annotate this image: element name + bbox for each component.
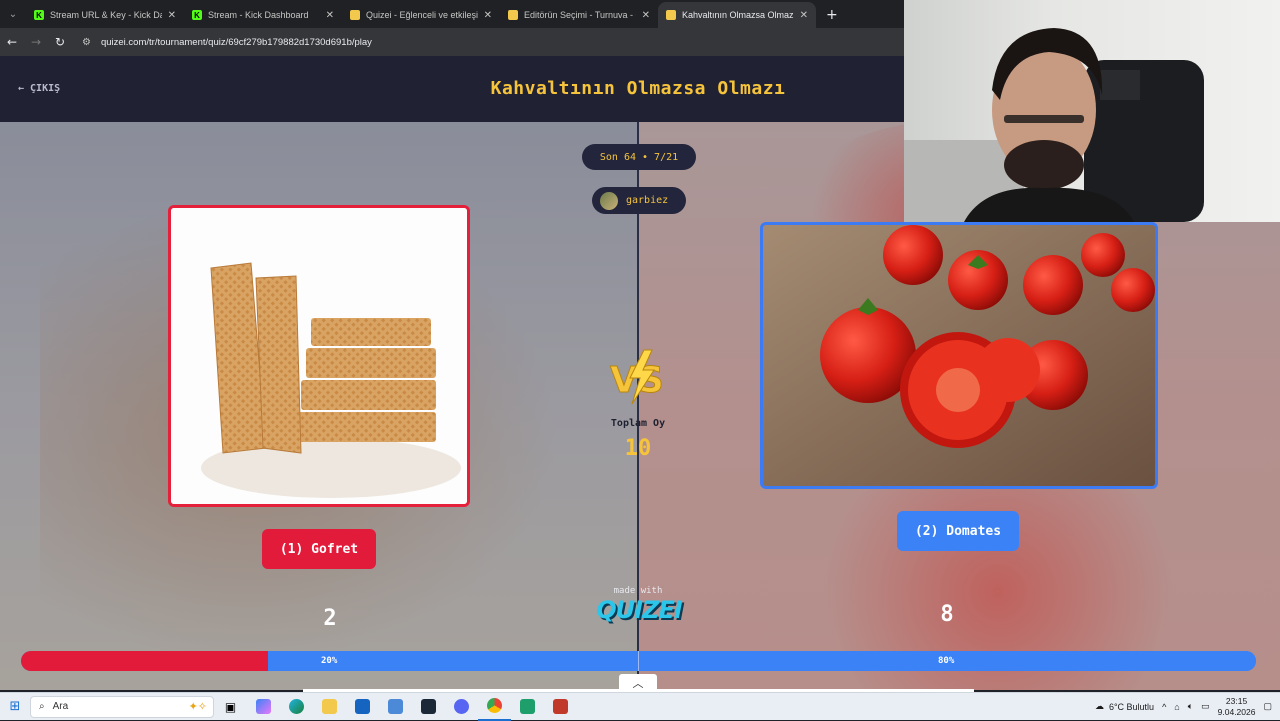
close-icon[interactable]: ✕	[168, 10, 176, 21]
close-icon[interactable]: ✕	[642, 10, 650, 21]
tab-title: Editörün Seçimi - Turnuva - Qui	[524, 10, 636, 20]
site-settings-icon[interactable]: ⚙	[82, 37, 91, 48]
close-icon[interactable]: ✕	[800, 10, 808, 21]
system-tray: ☁ 6°C Bulutlu ^ ⌂ 🔈︎ ▭ 23:15 9.04.2026 ▢	[1095, 696, 1280, 718]
tab-title: Stream - Kick Dashboard	[208, 10, 309, 20]
address-bar: ← → ↻ ⚙ quizei.com/tr/tournament/quiz/69…	[0, 28, 904, 56]
option-right-card[interactable]	[760, 222, 1158, 489]
wafer-image	[171, 208, 467, 504]
quizei-icon	[666, 10, 676, 20]
webcam-overlay	[904, 0, 1280, 222]
copilot-icon[interactable]	[247, 693, 280, 721]
total-votes-label: Toplam Oy	[610, 418, 666, 429]
store-icon[interactable]	[379, 693, 412, 721]
browser-tab-3[interactable]: Quizei - Eğlenceli ve etkileşimli ✕	[342, 2, 500, 28]
option-left-button[interactable]: (1) Gofret	[262, 529, 376, 569]
vs-icon: VS	[610, 349, 664, 405]
right-vote-count: 8	[940, 602, 954, 627]
clock[interactable]: 23:15 9.04.2026	[1218, 696, 1256, 718]
total-votes-value: 10	[624, 436, 652, 461]
app-icon[interactable]	[544, 693, 577, 721]
kick-icon: K	[192, 10, 202, 20]
right-percentage-fill	[268, 651, 1256, 671]
vote-percentage-bar: 20% 80%	[21, 651, 1256, 671]
browser-tab-bar: ⌄ K Stream URL & Key - Kick Dashb ✕ K St…	[0, 0, 904, 28]
user-badge: garbiez	[592, 187, 686, 214]
discord-icon[interactable]	[445, 693, 478, 721]
cloud-icon: ☁	[1094, 701, 1104, 711]
copilot-sparkle-icon: ✦✧	[188, 701, 207, 713]
close-icon[interactable]: ✕	[484, 10, 492, 21]
option-left-card[interactable]	[168, 205, 470, 507]
right-percentage-label: 80%	[938, 656, 955, 666]
battery-icon[interactable]: ▭	[1201, 701, 1210, 712]
back-icon[interactable]: ←	[0, 35, 24, 49]
windows-start-icon[interactable]: ⊞	[0, 699, 30, 714]
close-icon[interactable]: ✕	[326, 10, 334, 21]
search-icon: ⌕	[39, 701, 45, 712]
browser-tab-1[interactable]: K Stream URL & Key - Kick Dashb ✕	[26, 2, 184, 28]
streamer-video	[904, 28, 1204, 222]
browser-tab-2[interactable]: K Stream - Kick Dashboard ✕	[184, 2, 342, 28]
url-field[interactable]: quizei.com/tr/tournament/quiz/69cf279b17…	[101, 37, 372, 48]
round-badge: Son 64 • 7/21	[582, 144, 696, 170]
chevron-up-icon[interactable]: ^	[1162, 702, 1166, 712]
browser-tab-4[interactable]: Editörün Seçimi - Turnuva - Qui ✕	[500, 2, 658, 28]
made-with-label: made with	[613, 586, 663, 596]
tab-search-icon[interactable]: ⌄	[0, 0, 26, 28]
date: 9.04.2026	[1217, 706, 1256, 717]
bar-center-marker	[638, 651, 639, 671]
quizei-icon	[508, 10, 518, 20]
network-icon[interactable]: ⌂	[1174, 702, 1179, 712]
windows-taskbar: ⊞ ⌕ Ara ✦✧ ▣ ☁ 6°C Bulutlu ^ ⌂ 🔈︎ ▭ 23:1…	[0, 692, 1280, 721]
option-right-button[interactable]: (2) Domates	[897, 511, 1019, 551]
tab-title: Kahvaltının Olmazsa Olmazı - T	[682, 10, 794, 20]
search-placeholder: Ara	[52, 701, 69, 712]
new-tab-button[interactable]: +	[816, 7, 848, 28]
outlook-icon[interactable]	[346, 693, 379, 721]
forward-icon[interactable]: →	[24, 35, 48, 49]
volume-icon[interactable]: 🔈︎	[1188, 701, 1193, 712]
notification-icon[interactable]: ▢	[1263, 701, 1272, 712]
obs-icon[interactable]	[511, 693, 544, 721]
kick-icon: K	[34, 10, 44, 20]
time: 23:15	[1225, 695, 1248, 706]
avatar	[600, 191, 618, 210]
left-percentage-fill	[21, 651, 268, 671]
chevron-up-icon[interactable]: ︿	[619, 674, 657, 692]
quizei-icon	[350, 10, 360, 20]
browser-tab-5[interactable]: Kahvaltının Olmazsa Olmazı - T ✕	[658, 2, 816, 28]
quizei-logo[interactable]: QUIZEI	[594, 596, 684, 624]
steam-icon[interactable]	[412, 693, 445, 721]
tomato-image	[763, 225, 1155, 486]
taskbar-search-input[interactable]: ⌕ Ara ✦✧	[30, 695, 214, 718]
weather-text: 6°C Bulutlu	[1108, 701, 1155, 712]
weather-widget[interactable]: ☁ 6°C Bulutlu	[1095, 701, 1154, 712]
left-vote-count: 2	[323, 606, 337, 631]
left-percentage-label: 20%	[321, 656, 338, 666]
edge-icon[interactable]	[280, 693, 313, 721]
tab-title: Quizei - Eğlenceli ve etkileşimli	[366, 10, 478, 20]
tab-title: Stream URL & Key - Kick Dashb	[50, 10, 162, 20]
reload-icon[interactable]: ↻	[48, 35, 72, 49]
task-view-icon[interactable]: ▣	[214, 693, 247, 721]
quiz-header: ← ÇIKIŞ Kahvaltının Olmazsa Olmazı	[0, 56, 904, 122]
username: garbiez	[626, 195, 669, 206]
file-explorer-icon[interactable]	[313, 693, 346, 721]
chrome-icon[interactable]	[478, 693, 511, 721]
